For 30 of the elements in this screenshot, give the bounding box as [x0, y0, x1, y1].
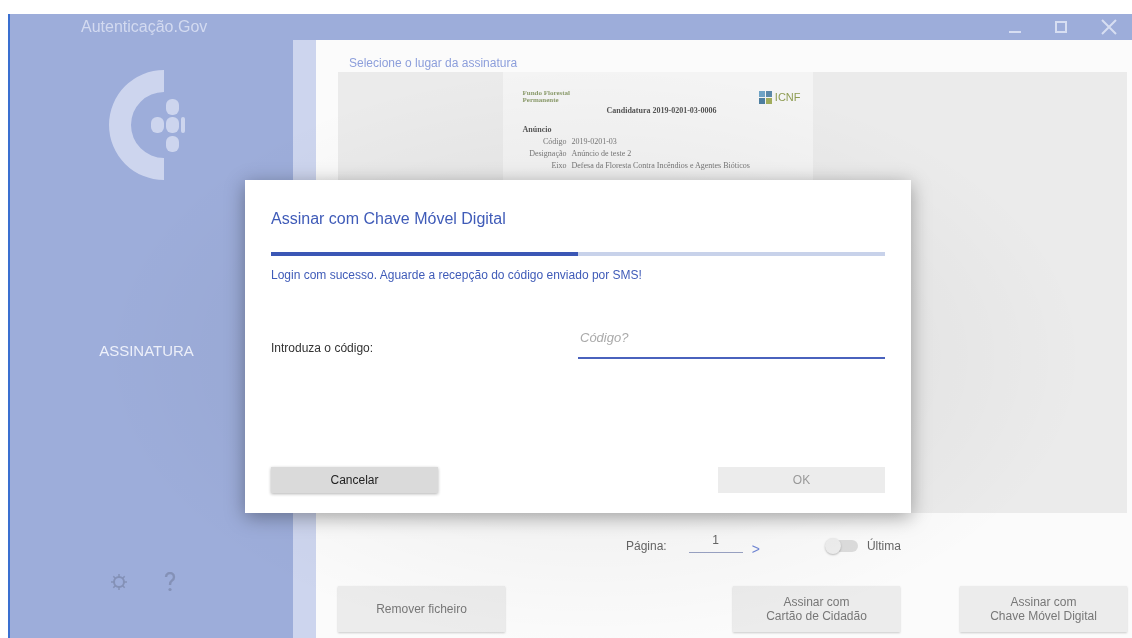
close-icon[interactable] — [1100, 18, 1118, 36]
dialog-button[interactable]: Cancelar — [271, 467, 438, 493]
last-page-toggle[interactable] — [827, 540, 858, 552]
document-title: Candidatura 2019-0201-03-0006 — [606, 106, 717, 115]
section-heading: Selecione o lugar da assinatura — [349, 56, 519, 70]
document-field-value: Defesa da Floresta Contra Incêndios e Agentes Bióticos — [571, 161, 750, 170]
logo-text: ICNF — [774, 91, 801, 103]
maximize-icon[interactable] — [1054, 20, 1068, 34]
document-field-label: Eixo — [550, 161, 567, 170]
status-message: Login com sucesso. Aguarde a recepção do código enviado por SMS! — [271, 268, 643, 282]
sidebar-item[interactable]: ASSINATURA — [99, 342, 194, 359]
page-number-field[interactable]: 1 — [688, 533, 743, 553]
document-field-value: 2019-0201-03 — [571, 137, 617, 146]
action-button[interactable]: Assinar com Cartão de Cidadão — [733, 586, 900, 632]
logo-icon — [758, 90, 773, 104]
last-page-label: Última — [866, 539, 901, 553]
document-section: Anúncio — [522, 125, 801, 134]
action-button[interactable]: Remover ficheiro — [338, 586, 505, 632]
help-icon[interactable] — [163, 572, 176, 592]
document-field-value: Anúncio de teste 2 — [571, 149, 632, 158]
document-field-label: Código — [541, 137, 567, 146]
next-page-link[interactable]: > — [751, 541, 760, 557]
settings-icon[interactable] — [109, 573, 128, 591]
dialog-title: Assinar com Chave Móvel Digital — [271, 210, 507, 228]
page-label: Página: — [626, 539, 667, 553]
code-input-field[interactable]: Código? — [578, 330, 885, 359]
document-field-label: Designação — [528, 149, 567, 158]
action-button[interactable]: Assinar com Chave Móvel Digital — [960, 586, 1127, 632]
code-label: Introduza o código: — [271, 341, 375, 357]
logo-icon — [108, 70, 185, 180]
